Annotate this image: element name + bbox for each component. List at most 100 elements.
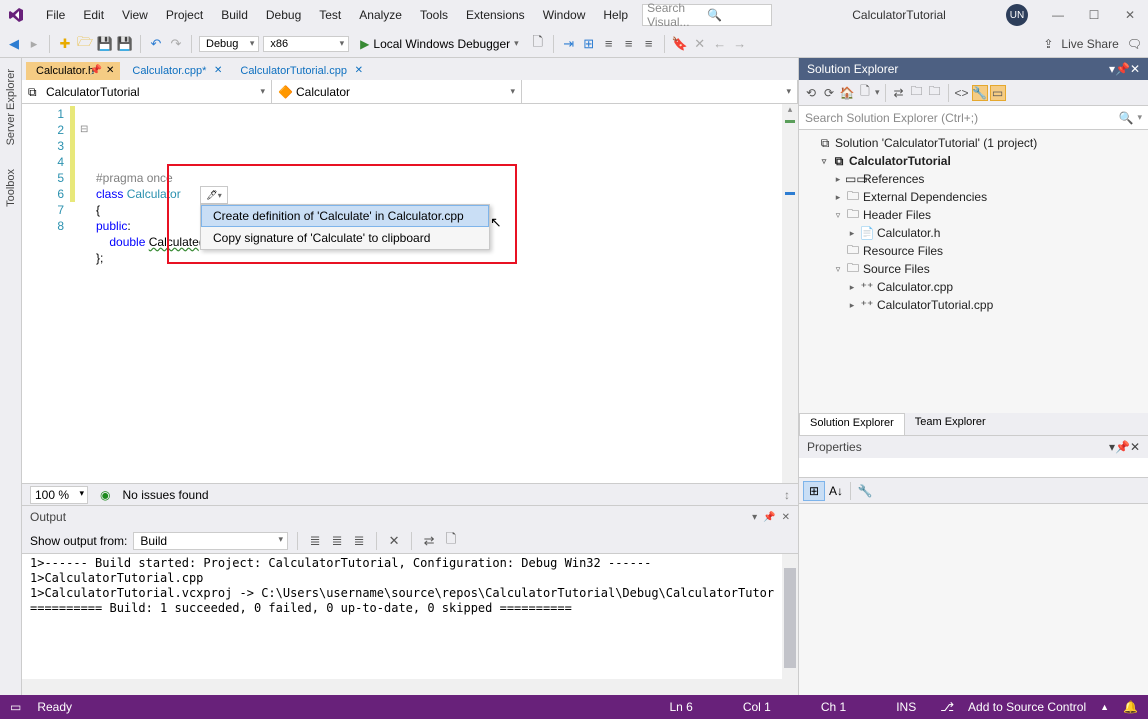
- se-preview-icon[interactable]: ▭: [990, 85, 1006, 101]
- pin-icon[interactable]: 📌: [1115, 440, 1130, 454]
- menu-view[interactable]: View: [114, 6, 156, 24]
- nav-member-select[interactable]: [522, 80, 798, 103]
- properties-title-bar[interactable]: Properties ▾ 📌 ✕: [799, 436, 1148, 458]
- menu-help[interactable]: Help: [595, 6, 636, 24]
- status-ch[interactable]: Ch 1: [821, 700, 846, 714]
- quick-actions-button[interactable]: 🖊▾: [200, 186, 228, 204]
- tree-item[interactable]: ▸⁺⁺CalculatorTutorial.cpp: [801, 296, 1146, 314]
- output-tb-icon-1[interactable]: ≣: [307, 533, 323, 549]
- se-home-icon[interactable]: 🏠: [839, 85, 855, 101]
- output-clear-icon[interactable]: ✕: [386, 533, 402, 549]
- tb-icon-5[interactable]: ≡: [621, 36, 637, 52]
- maximize-button[interactable]: ☐: [1084, 8, 1104, 22]
- chevron-up-icon[interactable]: ▲: [1100, 702, 1109, 712]
- se-icon[interactable]: 🗀: [909, 85, 925, 101]
- document-tab[interactable]: Calculator.cpp*✕: [122, 62, 228, 80]
- properties-grid[interactable]: [799, 504, 1148, 695]
- status-col[interactable]: Col 1: [743, 700, 771, 714]
- menu-tools[interactable]: Tools: [412, 6, 456, 24]
- output-scrollbar-horizontal[interactable]: [22, 679, 782, 695]
- expand-icon[interactable]: ▸: [847, 282, 857, 293]
- platform-select[interactable]: x86: [263, 36, 349, 52]
- se-code-icon[interactable]: <>: [954, 85, 970, 101]
- close-icon[interactable]: ✕: [106, 65, 114, 76]
- redo-icon[interactable]: ↷: [168, 36, 184, 52]
- expand-icon[interactable]: ▸: [833, 192, 843, 203]
- zoom-select[interactable]: 100 %: [30, 486, 88, 504]
- nav-back-icon[interactable]: ◀: [6, 36, 22, 52]
- tb-icon-4[interactable]: ≡: [601, 36, 617, 52]
- tree-item[interactable]: ▸🗀External Dependencies: [801, 188, 1146, 206]
- output-tb-icon-4[interactable]: 🗋: [443, 533, 459, 549]
- minimize-button[interactable]: —: [1048, 8, 1068, 22]
- props-alpha-icon[interactable]: A↓: [825, 481, 847, 501]
- tb-icon-6[interactable]: ≡: [641, 36, 657, 52]
- code-line[interactable]: [72, 266, 798, 282]
- output-title-bar[interactable]: Output ▾ 📌 ✕: [22, 506, 798, 528]
- panel-tab[interactable]: Team Explorer: [905, 413, 996, 435]
- menu-file[interactable]: File: [38, 6, 73, 24]
- tree-item[interactable]: ▿⧉CalculatorTutorial: [801, 152, 1146, 170]
- dock-tab-server-explorer[interactable]: Server Explorer: [2, 62, 20, 152]
- pin-icon[interactable]: 📌: [90, 65, 102, 76]
- menu-analyze[interactable]: Analyze: [351, 6, 410, 24]
- document-tab[interactable]: CalculatorTutorial.cpp✕: [230, 62, 369, 80]
- tree-item[interactable]: ▸⁺⁺Calculator.cpp: [801, 278, 1146, 296]
- tb-icon-1[interactable]: 🗋: [530, 36, 546, 52]
- output-from-select[interactable]: Build: [133, 532, 288, 550]
- menu-build[interactable]: Build: [213, 6, 256, 24]
- output-wrap-icon[interactable]: ⇄: [421, 533, 437, 549]
- document-tab[interactable]: Calculator.h*📌✕: [26, 62, 120, 80]
- status-ins[interactable]: INS: [896, 700, 916, 714]
- tree-item[interactable]: ▸📄Calculator.h: [801, 224, 1146, 242]
- dock-tab-toolbox[interactable]: Toolbox: [2, 162, 20, 214]
- panel-tab[interactable]: Solution Explorer: [799, 413, 905, 436]
- source-control-button[interactable]: Add to Source Control: [968, 700, 1086, 714]
- pin-icon[interactable]: 📌: [1115, 62, 1130, 76]
- tb-icon-2[interactable]: ⇥: [561, 36, 577, 52]
- menu-debug[interactable]: Debug: [258, 6, 309, 24]
- tree-item[interactable]: ▸▭▭References: [801, 170, 1146, 188]
- expand-icon[interactable]: ▿: [819, 156, 829, 167]
- feedback-icon[interactable]: 🗨: [1127, 37, 1142, 51]
- pin-icon[interactable]: 📌: [763, 512, 775, 523]
- output-scrollbar-vertical[interactable]: [782, 554, 798, 695]
- close-icon[interactable]: ✕: [355, 65, 363, 76]
- liveshare-button[interactable]: Live Share: [1061, 37, 1118, 51]
- output-text[interactable]: 1>------ Build started: Project: Calcula…: [22, 554, 798, 695]
- nav-project-select[interactable]: ⧉ CalculatorTutorial: [22, 80, 272, 103]
- tb-icon-7[interactable]: ✕: [692, 36, 708, 52]
- close-icon[interactable]: ✕: [214, 65, 222, 76]
- output-tb-icon-3[interactable]: ≣: [351, 533, 367, 549]
- dropdown-icon[interactable]: ▾: [752, 512, 757, 523]
- undo-icon[interactable]: ↶: [148, 36, 164, 52]
- se-icon[interactable]: 🗋: [857, 85, 873, 101]
- expand-icon[interactable]: ▿: [833, 264, 843, 275]
- expand-icon[interactable]: ▿: [833, 210, 843, 221]
- config-select[interactable]: Debug: [199, 36, 259, 52]
- code-line[interactable]: [72, 282, 798, 298]
- close-icon[interactable]: ✕: [1130, 62, 1140, 76]
- editor-scrollbar-vertical[interactable]: ▴: [782, 104, 798, 483]
- expand-icon[interactable]: ▸: [847, 228, 857, 239]
- menu-project[interactable]: Project: [158, 6, 211, 24]
- solution-explorer-search[interactable]: Search Solution Explorer (Ctrl+;) 🔍 ▾: [799, 106, 1148, 130]
- user-avatar[interactable]: UN: [1006, 4, 1028, 26]
- props-wrench-icon[interactable]: 🔧: [854, 481, 876, 501]
- expand-icon[interactable]: ▸: [847, 300, 857, 311]
- code-editor[interactable]: 12345678 ⊟ #pragma onceclass Calculator{…: [22, 104, 798, 483]
- save-icon[interactable]: 💾: [97, 36, 113, 52]
- status-line[interactable]: Ln 6: [669, 700, 692, 714]
- tb-icon-8[interactable]: ←: [712, 36, 728, 52]
- solution-explorer-title-bar[interactable]: Solution Explorer ▾ 📌 ✕: [799, 58, 1148, 80]
- expand-icon[interactable]: ▸: [833, 174, 843, 185]
- bookmark-icon[interactable]: 🔖: [672, 36, 688, 52]
- nav-class-select[interactable]: 🔶 Calculator: [272, 80, 522, 103]
- quick-action-item[interactable]: Create definition of 'Calculate' in Calc…: [201, 205, 489, 227]
- tb-icon-9[interactable]: →: [732, 36, 748, 52]
- menu-window[interactable]: Window: [535, 6, 594, 24]
- tree-item[interactable]: ▿🗀Header Files: [801, 206, 1146, 224]
- start-debug-button[interactable]: ▶ Local Windows Debugger ▾: [353, 34, 526, 54]
- tree-item[interactable]: 🗀Resource Files: [801, 242, 1146, 260]
- close-icon[interactable]: ✕: [782, 512, 790, 523]
